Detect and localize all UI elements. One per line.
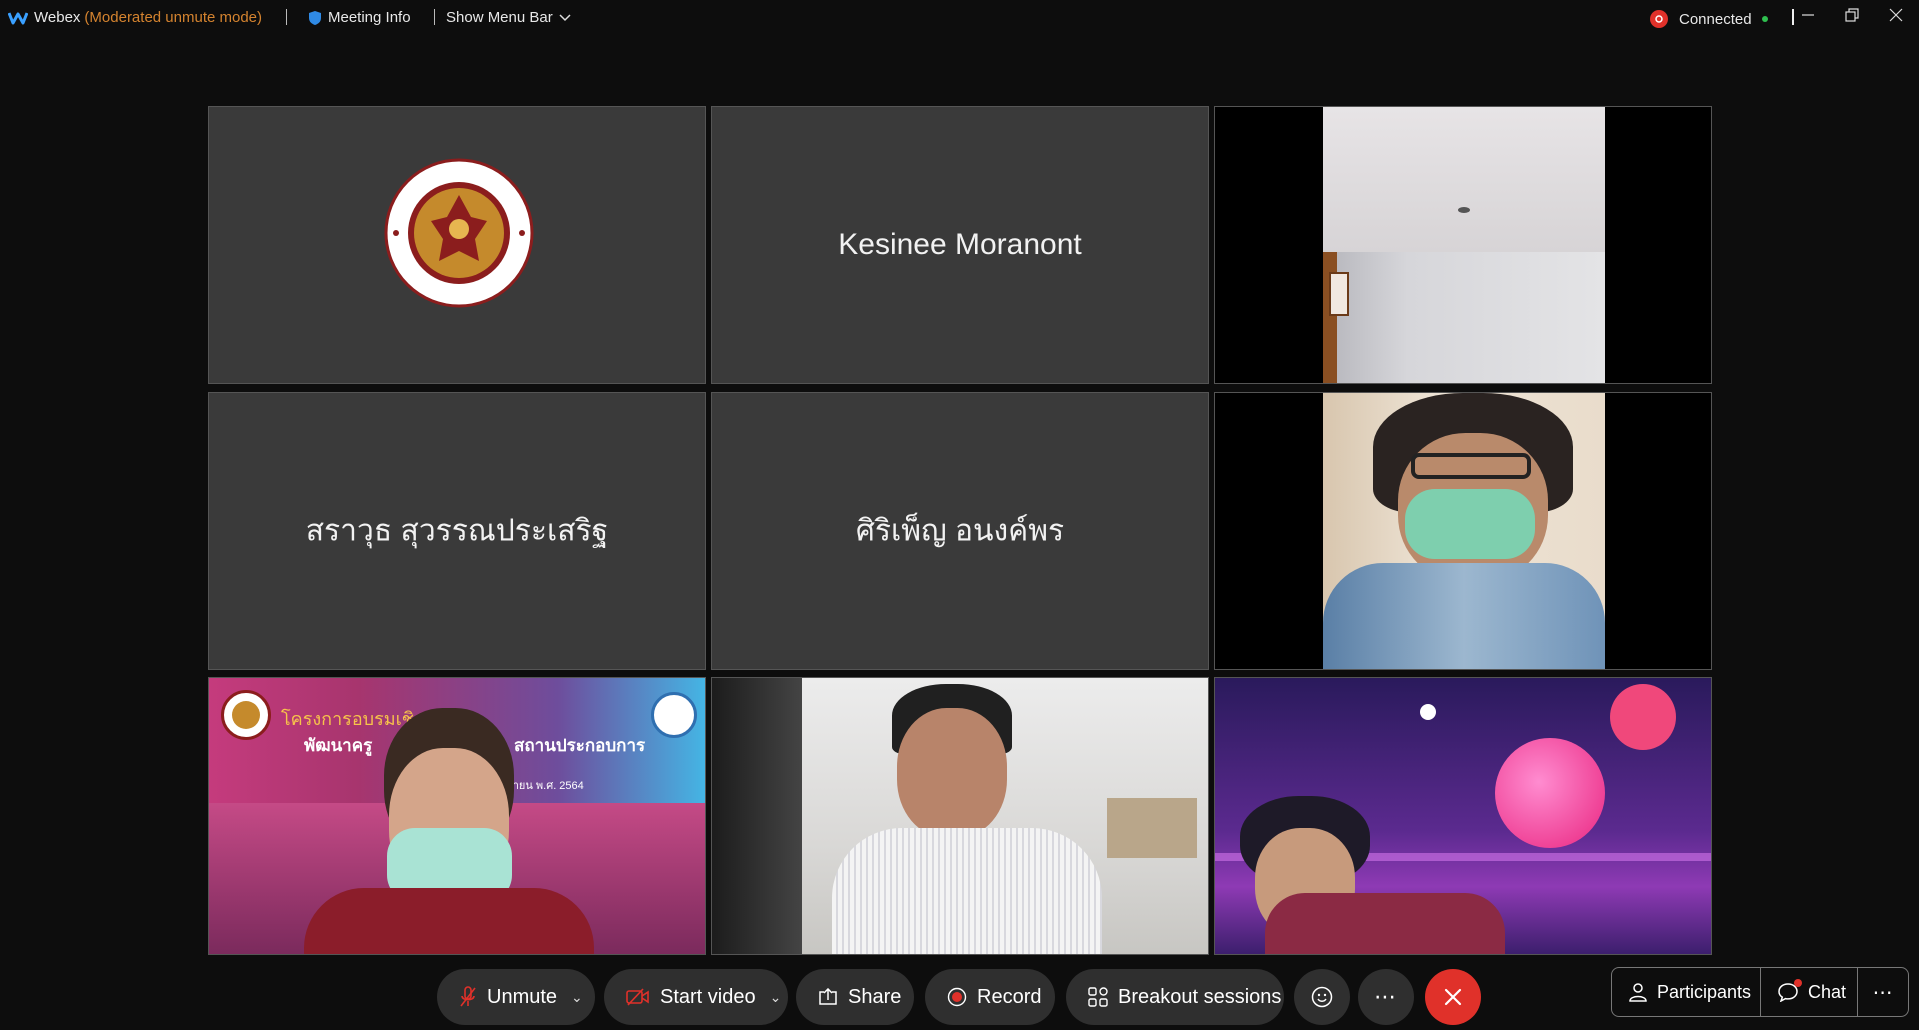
microphone-muted-icon [459,986,477,1008]
record-label: Record [977,985,1042,1008]
more-icon: ⋯ [1374,984,1398,1009]
app-name: Webex [34,9,81,26]
video-feed-image [712,678,1208,954]
chat-label: Chat [1808,981,1847,1002]
breakout-sessions-icon [1088,987,1108,1007]
smiley-icon [1311,986,1333,1008]
participant-video-tile[interactable]: โครงการอบรมเชิงป พัฒนาครู สถานประกอบการ … [208,677,706,955]
meeting-controls: Unmute ⌄ Start video ⌄ Share Record Brea… [0,955,1919,1030]
webex-logo-icon [8,10,28,26]
participant-tile-logo[interactable] [208,106,706,384]
participant-name: ศิริเพ็ญ อนงค์พร [855,514,1065,548]
restore-icon[interactable] [1845,8,1859,26]
more-panels-button[interactable]: ⋯ [1858,968,1908,1016]
chevron-down-icon[interactable]: ⌄ [770,989,782,1006]
record-button[interactable]: Record [925,969,1055,1025]
unmute-button[interactable]: Unmute ⌄ [437,969,595,1025]
more-icon: ⋯ [1872,981,1894,1004]
participant-name: Kesinee Moranont [838,228,1082,261]
participant-name: สราวุธ สุวรรณประเสริฐ [305,514,609,548]
video-feed-image [1323,393,1605,669]
participants-label: Participants [1657,981,1752,1002]
share-icon [818,988,838,1006]
more-options-button[interactable]: ⋯ [1358,969,1414,1025]
project-logo-icon [221,690,271,740]
organization-seal-icon [383,157,535,314]
participant-video-tile[interactable] [711,677,1209,955]
title-bar: Webex (Moderated unmute mode) Meeting In… [0,0,1919,38]
connected-dot-icon [1761,16,1768,22]
chat-icon [1777,979,1802,1002]
video-off-icon [626,988,650,1006]
participant-video-tile[interactable] [1214,106,1712,384]
shield-icon [308,10,322,26]
breakout-sessions-label: Breakout sessions [1118,985,1282,1008]
overlay-subtitle-right: สถานประกอบการ [514,736,646,755]
breakout-sessions-button[interactable]: Breakout sessions [1066,969,1284,1025]
participant-video-tile[interactable] [1214,392,1712,670]
participants-icon [1628,982,1648,1002]
share-label: Share [848,985,902,1008]
notification-dot-icon [1794,979,1802,987]
start-video-button[interactable]: Start video ⌄ [604,969,788,1025]
video-feed-image [1323,107,1605,383]
record-icon [947,987,967,1007]
minimize-icon[interactable] [1801,8,1815,26]
close-icon[interactable] [1889,8,1903,26]
participant-tile[interactable]: Kesinee Moranont [711,106,1209,384]
participant-tile[interactable]: ศิริเพ็ญ อนงค์พร [711,392,1209,670]
overlay-subtitle-left: พัฒนาครู [304,736,373,755]
chevron-down-icon [559,13,571,22]
reactions-button[interactable] [1294,969,1350,1025]
divider [434,9,435,25]
video-feed-image [1215,678,1711,954]
meeting-info-label: Meeting Info [328,9,411,26]
chat-button[interactable]: Chat [1761,968,1857,1016]
participant-tile[interactable]: สราวุธ สุวรรณประเสริฐ [208,392,706,670]
app-title: Webex (Moderated unmute mode) [8,9,262,26]
end-meeting-button[interactable] [1425,969,1481,1025]
recording-indicator-icon [1649,9,1669,29]
panel-controls: Participants Chat ⋯ [1611,967,1909,1017]
close-icon [1444,988,1462,1006]
participant-video-tile[interactable] [1214,677,1712,955]
show-menu-bar-button[interactable]: Show Menu Bar [446,9,571,26]
connection-status[interactable]: Connected [1649,9,1768,29]
connected-label: Connected [1679,10,1752,28]
divider [1792,9,1794,25]
moderated-mode-label: (Moderated unmute mode) [84,9,263,26]
participants-button[interactable]: Participants [1612,968,1760,1016]
chevron-down-icon[interactable]: ⌄ [571,989,583,1006]
divider [286,9,287,25]
unmute-label: Unmute [487,985,558,1008]
video-feed-image: โครงการอบรมเชิงป พัฒนาครู สถานประกอบการ … [209,678,705,954]
partner-logo-icon [651,692,697,738]
start-video-label: Start video [660,985,756,1008]
show-menu-bar-label: Show Menu Bar [446,9,553,26]
share-button[interactable]: Share [796,969,914,1025]
meeting-info-button[interactable]: Meeting Info [308,9,411,26]
